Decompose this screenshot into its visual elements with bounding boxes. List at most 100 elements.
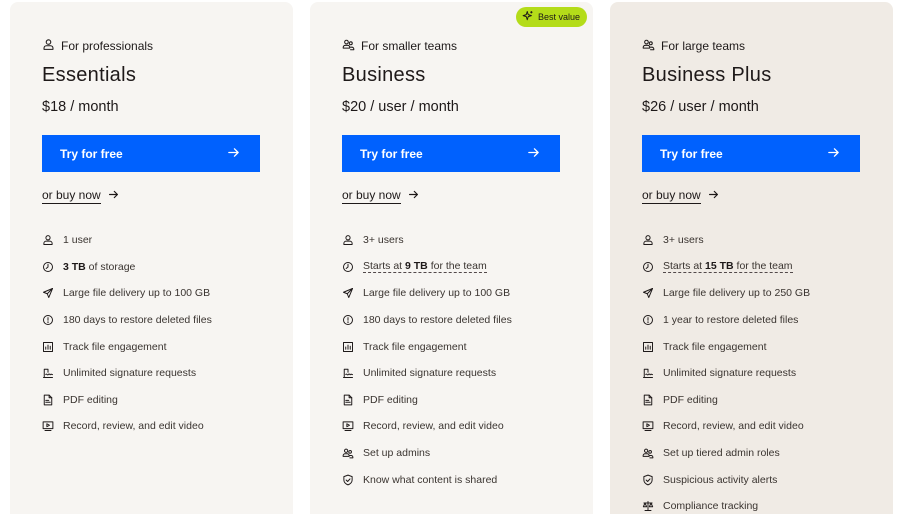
feature-item: Unlimited signature requests [342,360,512,387]
clock-icon [42,261,54,273]
pdf-icon [642,394,654,406]
buy-now-link[interactable]: or buy now [642,188,719,204]
feature-item: Record, review, and edit video [642,413,810,440]
feature-text-suffix: for the team [733,260,793,273]
plan-price: $20 / user / month [342,99,459,115]
try-for-free-button[interactable]: Try for free [42,135,260,172]
feature-text: 3+ users [663,234,704,247]
feature-item: Track file engagement [342,333,512,360]
chart-icon [42,341,54,353]
buy-now-label: or buy now [642,188,701,204]
try-for-free-label: Try for free [60,146,123,161]
plan-price: $18 / month [42,99,119,115]
pdf-icon [342,394,354,406]
feature-item: PDF editing [642,387,810,414]
plan-audience: For professionals [42,38,153,54]
arrow-right-icon [527,146,540,162]
feature-text[interactable]: Starts at 15 TB for the team [663,260,793,274]
feature-text: 1 year to restore deleted files [663,314,799,327]
feature-text-prefix: Starts at [663,260,706,273]
feature-text: 3 TB of storage [63,261,135,273]
feature-text: Large file delivery up to 100 GB [363,287,511,300]
feature-text: Compliance tracking [663,500,759,513]
feature-text: PDF editing [363,393,418,406]
video-icon [42,420,54,432]
feature-list: 3+ users Starts at 15 TB for the team Larg… [642,227,810,514]
shield-icon [342,474,354,486]
feature-item: Set up tiered admin roles [642,440,810,467]
pdf-icon [42,394,54,406]
feature-item: PDF editing [342,387,512,414]
feature-text-highlight: 15 TB [705,260,734,273]
plan-name: Essentials [42,64,137,86]
feature-text: Unlimited signature requests [63,367,197,380]
people-icon [342,447,354,459]
buy-now-label: or buy now [42,188,101,204]
feature-text: 180 days to restore deleted files [63,314,212,327]
feature-text: Track file engagement [363,340,467,353]
send-icon [342,287,354,299]
feature-item: Record, review, and edit video [42,413,212,440]
feature-text: 1 user [63,234,93,247]
feature-item: Starts at 15 TB for the team [642,254,810,281]
feature-text-suffix: of storage [85,260,136,273]
signature-icon [642,367,654,379]
sparkle-icon [522,10,534,24]
plan-name: Business [342,64,426,86]
plan-audience: For large teams [642,38,745,54]
send-icon [642,287,654,299]
plan-price: $26 / user / month [642,99,759,115]
feature-item: 3 TB of storage [42,254,212,281]
feature-text: PDF editing [663,393,718,406]
best-value-label: Best value [537,12,580,22]
arrow-right-icon [108,189,119,203]
buy-now-label: or buy now [342,188,401,204]
feature-text: Track file engagement [663,340,767,353]
feature-item: Large file delivery up to 100 GB [342,280,512,307]
video-icon [642,420,654,432]
arrow-right-icon [408,189,419,203]
plan-audience: For smaller teams [342,38,457,54]
feature-item: 1 year to restore deleted files [642,307,810,334]
plan-audience-label: For professionals [61,39,154,53]
feature-text: Record, review, and edit video [363,420,504,433]
chart-icon [642,341,654,353]
feature-item: Large file delivery up to 100 GB [42,280,212,307]
people-icon [642,447,654,459]
arrow-right-icon [708,189,719,203]
feature-text: Know what content is shared [363,473,498,486]
plan-card-business: Best value For smaller teams Business $2… [310,2,593,514]
try-for-free-button[interactable]: Try for free [642,135,860,172]
feature-text: Set up admins [363,447,431,460]
person-icon [42,234,54,246]
signature-icon [42,367,54,379]
feature-text: Set up tiered admin roles [663,447,780,460]
feature-item: Unlimited signature requests [642,360,810,387]
feature-text: Record, review, and edit video [663,420,804,433]
person-icon [642,234,654,246]
feature-item: 3+ users [342,227,512,254]
buy-now-link[interactable]: or buy now [42,188,119,204]
plan-card-essentials: For professionals Essentials $18 / month… [10,2,293,514]
try-for-free-label: Try for free [660,146,723,161]
feature-item: Track file engagement [42,333,212,360]
feature-text: 180 days to restore deleted files [363,314,512,327]
feature-item: PDF editing [42,387,212,414]
people-icon [642,38,655,54]
feature-text: Unlimited signature requests [663,367,797,380]
buy-now-link[interactable]: or buy now [342,188,419,204]
feature-item: Track file engagement [642,333,810,360]
arrow-right-icon [227,146,240,162]
feature-item: Large file delivery up to 250 GB [642,280,810,307]
feature-text: Track file engagement [63,340,167,353]
feature-list: 3+ users Starts at 9 TB for the team Large… [342,227,512,493]
video-icon [342,420,354,432]
feature-item: 180 days to restore deleted files [342,307,512,334]
feature-text[interactable]: Starts at 9 TB for the team [363,260,487,274]
try-for-free-button[interactable]: Try for free [342,135,560,172]
try-for-free-label: Try for free [360,146,423,161]
feature-item: 180 days to restore deleted files [42,307,212,334]
feature-item: 3+ users [642,227,810,254]
feature-item: Unlimited signature requests [42,360,212,387]
feature-item: Compliance tracking [642,493,810,514]
